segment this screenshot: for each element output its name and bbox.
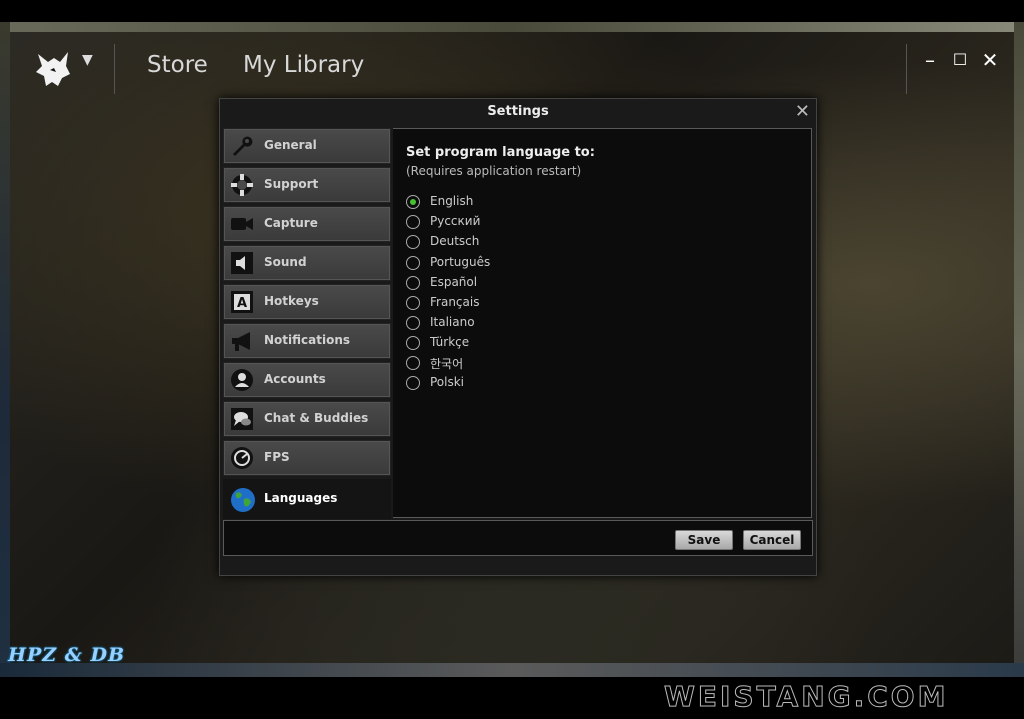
sidebar-item-support[interactable]: Support — [223, 167, 391, 203]
watermark-right: WEISTANG.COM — [663, 680, 949, 714]
dialog-close-icon[interactable]: ✕ — [795, 101, 810, 123]
divider — [906, 44, 907, 94]
radio-button[interactable] — [406, 256, 420, 270]
radio-button[interactable] — [406, 316, 420, 330]
frame-edge — [0, 22, 10, 677]
chat-icon — [230, 407, 254, 431]
save-button[interactable]: Save — [675, 530, 733, 550]
dialog-footer: Save Cancel — [223, 520, 813, 556]
cancel-button[interactable]: Cancel — [743, 530, 801, 550]
nav-store[interactable]: Store — [147, 52, 208, 78]
sidebar-item-general[interactable]: General — [223, 128, 391, 164]
close-icon[interactable]: ✕ — [978, 48, 1002, 72]
title-bar: ▼ Store My Library – ☐ ✕ — [10, 32, 1014, 104]
language-heading: Set program language to: — [406, 145, 595, 160]
frame-edge — [0, 22, 1024, 32]
speaker-icon — [230, 251, 254, 275]
minimize-icon[interactable]: – — [918, 48, 942, 72]
watermark-left: HPZ & DB — [8, 644, 126, 666]
radio-button[interactable] — [406, 336, 420, 350]
user-icon — [230, 368, 254, 392]
settings-dialog: Settings ✕ General Support Capture Sound — [219, 98, 817, 576]
sidebar-item-hotkeys[interactable]: A Hotkeys — [223, 284, 391, 320]
wolf-logo-icon[interactable] — [32, 48, 74, 90]
dialog-title: Settings — [487, 104, 549, 119]
sidebar-item-sound[interactable]: Sound — [223, 245, 391, 281]
nav-my-library[interactable]: My Library — [243, 52, 364, 78]
restart-note: (Requires application restart) — [406, 164, 582, 178]
svg-text:A: A — [237, 296, 247, 311]
radio-button[interactable] — [406, 276, 420, 290]
gauge-icon — [230, 446, 254, 470]
divider — [114, 44, 115, 94]
languages-panel: Set program language to: (Requires appli… — [393, 128, 812, 518]
sidebar-item-languages[interactable]: Languages — [223, 479, 391, 519]
camera-icon — [230, 212, 254, 236]
radio-button[interactable] — [406, 296, 420, 310]
radio-button[interactable] — [406, 235, 420, 249]
radio-button[interactable] — [406, 376, 420, 390]
megaphone-icon — [230, 329, 254, 353]
sidebar-item-notifications[interactable]: Notifications — [223, 323, 391, 359]
radio-button[interactable] — [406, 356, 420, 370]
chevron-down-icon[interactable]: ▼ — [82, 52, 93, 68]
lifebuoy-icon — [230, 173, 254, 197]
frame-edge — [1014, 22, 1024, 677]
sidebar-item-fps[interactable]: FPS — [223, 440, 391, 476]
wrench-icon — [230, 134, 254, 158]
radio-button[interactable] — [406, 215, 420, 229]
frame-edge — [0, 663, 1024, 677]
globe-icon — [230, 487, 255, 512]
sidebar-item-capture[interactable]: Capture — [223, 206, 391, 242]
maximize-icon[interactable]: ☐ — [948, 48, 972, 72]
sidebar-item-chat-buddies[interactable]: Chat & Buddies — [223, 401, 391, 437]
keyboard-key-icon: A — [230, 290, 254, 314]
radio-button[interactable] — [406, 195, 420, 209]
sidebar-item-accounts[interactable]: Accounts — [223, 362, 391, 398]
